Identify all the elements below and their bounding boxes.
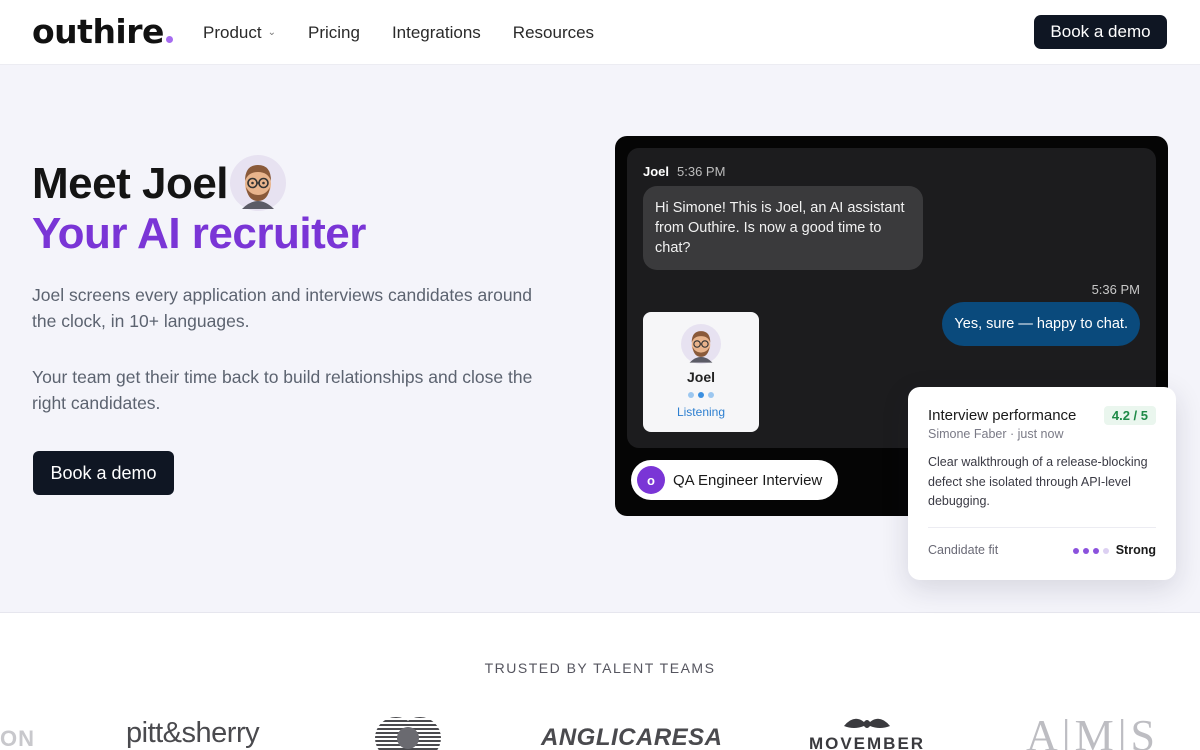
fit-dot [1093, 548, 1099, 554]
interview-badge: o [637, 466, 665, 494]
nav-item-pricing[interactable]: Pricing [308, 23, 360, 43]
listening-dots-icon [688, 392, 714, 398]
agent-status: Listening [676, 405, 726, 419]
hero-subtitle: Your AI recruiter [32, 209, 366, 258]
hero-paragraph: Joel screens every application and inter… [32, 285, 533, 331]
chevron-down-icon: ⌄ [267, 27, 276, 38]
pitt-sherry-logo: pitt&sherry [126, 717, 260, 749]
top-nav: outhire Product ⌄ Pricing Integrations Re… [0, 0, 1200, 65]
interview-label: QA Engineer Interview [673, 471, 823, 489]
candidate-fit-label: Candidate fit [928, 543, 999, 557]
mastercard-logo [375, 717, 441, 750]
agent-card: Joel Listening [643, 312, 759, 432]
book-demo-button[interactable]: Book a demo [1034, 15, 1167, 49]
agent-name: Joel [686, 369, 715, 385]
fit-dot [1083, 548, 1089, 554]
divider [928, 527, 1156, 528]
trusted-heading: TRUSTED BY TALENT TEAMS [484, 660, 716, 676]
joel-avatar-icon [230, 155, 286, 211]
message-time: 5:36 PM [677, 164, 726, 179]
nav-item-integrations[interactable]: Integrations [392, 23, 481, 43]
score-badge: 4.2 / 5 [1103, 406, 1156, 425]
hero-title: Meet Joel [32, 159, 229, 208]
movember-logo: MOVEMBER [806, 714, 928, 750]
fit-level-indicator [1073, 548, 1109, 554]
fit-dot [1073, 548, 1079, 554]
ams-logo: A|M|S [1026, 711, 1159, 750]
joel-avatar-icon [681, 324, 721, 364]
logo-dot [165, 36, 173, 43]
incoming-message-bubble: Hi Simone! This is Joel, an AI assistant… [643, 186, 923, 270]
nav-item-product[interactable]: Product ⌄ [203, 23, 276, 43]
hero-section: Meet Joel Your AI recruiter Joel screens… [0, 65, 1200, 613]
candidate-fit-value: Strong [1115, 543, 1156, 557]
anglicare-logo: ANGLICARESA [541, 724, 723, 750]
outhire-logo[interactable]: outhire [32, 12, 173, 52]
customer-logo: ON [0, 726, 35, 750]
hero-paragraph: Your team get their time back to build r… [32, 367, 533, 413]
message-header: Joel 5:36 PM [643, 164, 725, 179]
reply-message-bubble: Yes, sure — happy to chat. [942, 302, 1140, 346]
nav-item-resources[interactable]: Resources [513, 23, 594, 43]
performance-subtitle: Simone Faber · just now [928, 427, 1064, 441]
nav-links: Product ⌄ Pricing Integrations Resources [203, 0, 594, 65]
sender-name: Joel [643, 164, 670, 179]
fit-dot [1103, 548, 1109, 554]
reply-time: 5:36 PM [1091, 282, 1140, 297]
hero-book-demo-button[interactable]: Book a demo [33, 451, 174, 495]
interview-pill[interactable]: o QA Engineer Interview [631, 460, 839, 500]
customer-logos: ON pitt&sherry ANGLICARESA MOVEMBER A|M|… [0, 700, 1200, 750]
performance-summary: Clear walkthrough of a release-blocking … [928, 455, 1148, 508]
interview-performance-card: Interview performance 4.2 / 5 Simone Fab… [908, 387, 1176, 580]
performance-title: Interview performance [928, 407, 1077, 424]
